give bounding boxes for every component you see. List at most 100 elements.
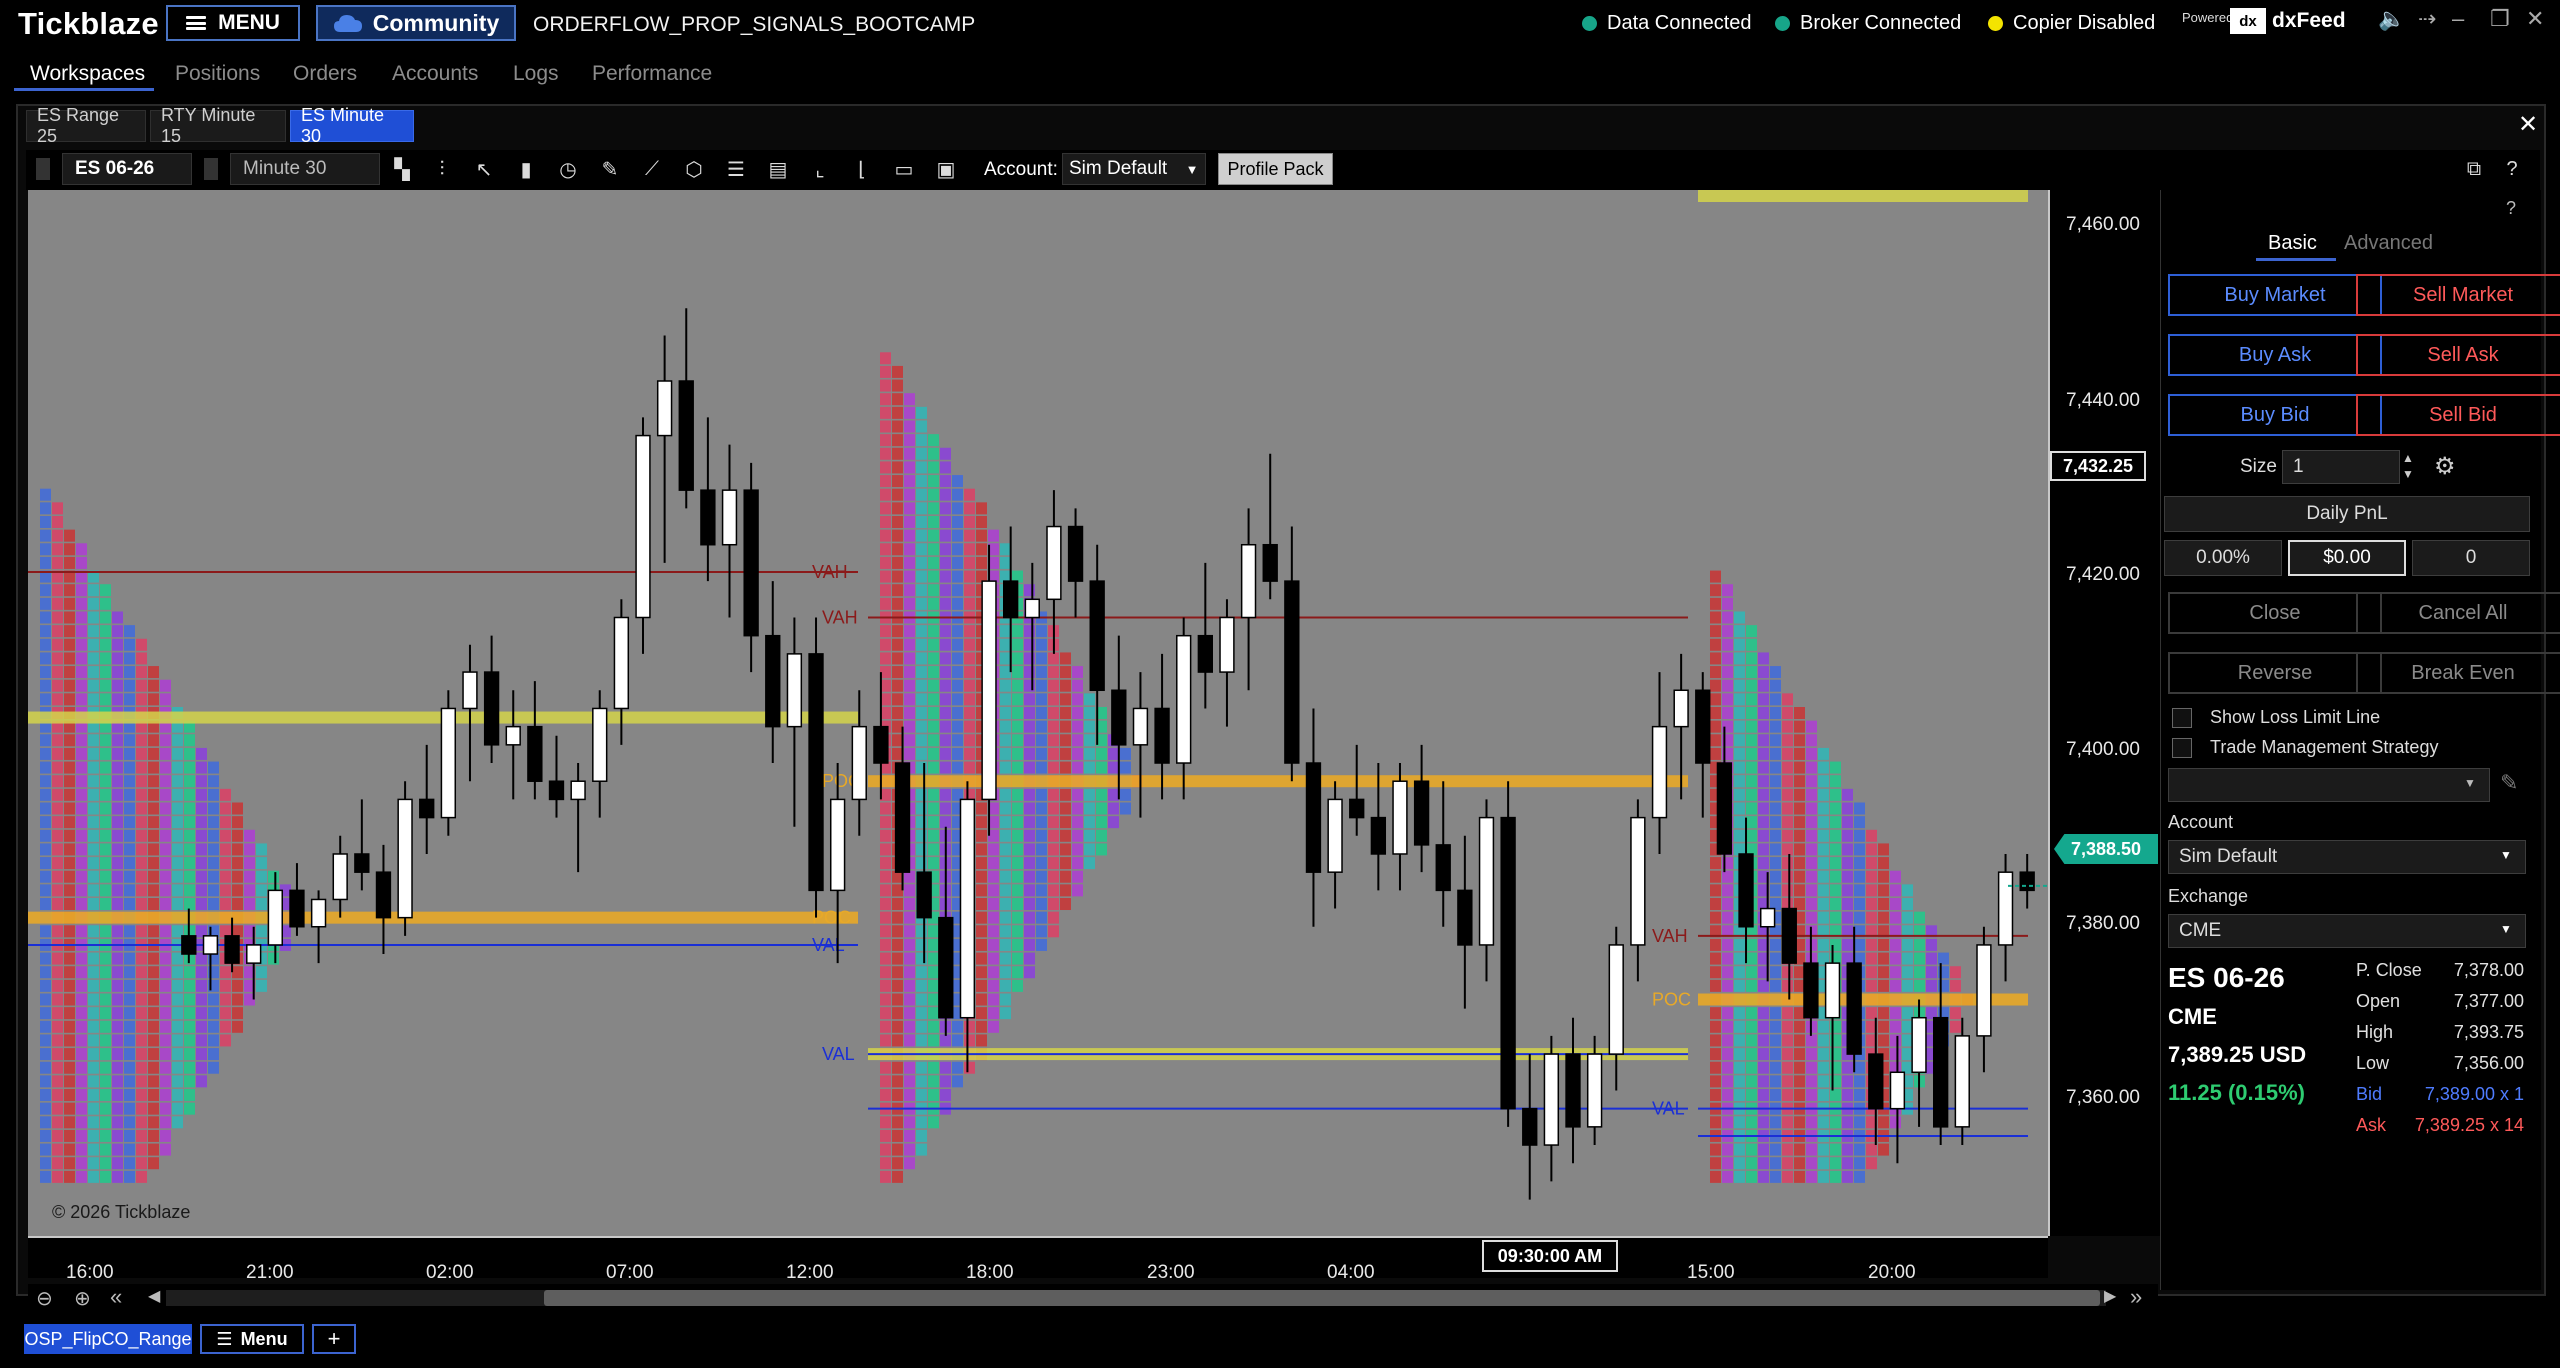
trade-mgmt-checkbox[interactable]: [2172, 738, 2192, 758]
candle-body: [1219, 616, 1235, 673]
tab-advanced[interactable]: Advanced: [2344, 232, 2433, 255]
pencil-icon[interactable]: ✎: [598, 156, 622, 182]
chevron-down-icon[interactable]: ▼: [1178, 153, 1206, 185]
nav-orders[interactable]: Orders: [293, 62, 357, 86]
cancel-all-button[interactable]: Cancel All: [2356, 592, 2560, 634]
size-stepper-icon[interactable]: ▲ ▼: [2402, 450, 2414, 482]
volume-bars-icon[interactable]: ▮: [514, 156, 538, 182]
reverse-button[interactable]: Reverse: [2168, 652, 2382, 694]
nav-workspaces[interactable]: Workspaces: [30, 62, 145, 86]
close-tab-icon[interactable]: ✕: [2518, 110, 2538, 139]
tpo-block: [1072, 707, 1083, 719]
tab-es-range-25[interactable]: ES Range 25: [26, 105, 146, 146]
help-icon[interactable]: ?: [2500, 156, 2524, 182]
bottom-tab-osp[interactable]: OSP_FlipCO_Range: [24, 1324, 192, 1354]
break-even-button[interactable]: Break Even: [2356, 652, 2560, 694]
tpo-block: [64, 625, 75, 638]
maximize-icon[interactable]: ❐: [2490, 6, 2510, 32]
nav-performance[interactable]: Performance: [592, 62, 712, 86]
scroll-left-icon[interactable]: ◀: [148, 1286, 160, 1306]
list-icon[interactable]: ☰: [724, 156, 748, 182]
exchange-select[interactable]: CME: [2168, 914, 2526, 948]
close-position-button[interactable]: Close: [2168, 592, 2382, 634]
folder-icon[interactable]: ▭: [892, 156, 916, 182]
show-loss-limit-checkbox[interactable]: [2172, 708, 2192, 728]
copy-window-icon[interactable]: ⧉: [2462, 156, 2486, 182]
scroll-end-icon[interactable]: »: [2130, 1284, 2142, 1310]
sell-bid-button[interactable]: Sell Bid: [2356, 394, 2560, 436]
pencil-edit-icon[interactable]: ✎: [2500, 770, 2518, 796]
chevron-down-icon[interactable]: ▼: [2500, 848, 2512, 862]
time-axis[interactable]: [28, 1236, 2048, 1278]
buy-bid-button[interactable]: Buy Bid: [2168, 394, 2382, 436]
size-input[interactable]: 1: [2282, 450, 2400, 484]
sell-market-button[interactable]: Sell Market: [2356, 274, 2560, 316]
menu-button[interactable]: MENU: [166, 5, 300, 41]
scroll-start-icon[interactable]: «: [110, 1284, 122, 1310]
tpo-block: [976, 898, 987, 911]
timeframe-input[interactable]: Minute 30: [230, 153, 380, 185]
restore-small-icon[interactable]: ⇢: [2418, 6, 2436, 32]
gear-icon[interactable]: ⚙: [2434, 452, 2456, 481]
tpo-block: [904, 666, 915, 679]
tpo-block: [940, 693, 951, 706]
zoom-in-icon[interactable]: ⊕: [74, 1286, 91, 1311]
template-icon[interactable]: ▤: [766, 156, 790, 182]
chevron-down-icon[interactable]: ▼: [2464, 776, 2476, 790]
help-icon[interactable]: ?: [2506, 198, 2516, 219]
chart-area[interactable]: VAH POC VAL VAH POC VAL VAH POC VAL © 2026 Tickb…: [28, 190, 2048, 1236]
close-window-icon[interactable]: ✕: [2526, 6, 2544, 32]
sell-ask-button[interactable]: Sell Ask: [2356, 334, 2560, 376]
cursor-icon[interactable]: ↖: [472, 156, 496, 182]
save-icon[interactable]: ▣: [934, 156, 958, 182]
axis-icon[interactable]: ⌞: [808, 156, 832, 182]
strategy-select[interactable]: [2168, 768, 2490, 802]
tpo-block: [904, 911, 915, 924]
tpo-block: [928, 1020, 939, 1033]
account-select[interactable]: Sim Default: [2168, 840, 2526, 874]
tpo-block: [1710, 693, 1721, 706]
price-axis[interactable]: [2048, 190, 2162, 1236]
tpo-block: [76, 1129, 87, 1142]
chevron-down-icon[interactable]: ▼: [2500, 922, 2512, 936]
tpo-block: [1084, 816, 1095, 829]
scroll-thumb[interactable]: [544, 1290, 2100, 1306]
tpo-block: [64, 693, 75, 706]
profile-pack-button[interactable]: Profile Pack: [1218, 153, 1333, 185]
tpo-block: [1890, 938, 1901, 951]
nav-accounts[interactable]: Accounts: [392, 62, 478, 86]
symbol-color-swatch[interactable]: [36, 158, 50, 180]
tpo-block: [892, 1116, 903, 1129]
nav-positions[interactable]: Positions: [175, 62, 260, 86]
tpo-block: [124, 1034, 135, 1047]
minimize-icon[interactable]: –: [2452, 6, 2464, 32]
line-draw-icon[interactable]: ⟋: [640, 156, 664, 182]
add-workspace-button[interactable]: +: [312, 1324, 356, 1354]
cube-icon[interactable]: ⬡: [682, 156, 706, 182]
candlestick-chart[interactable]: VAHPOCVALVAHPOCVALVAHPOCVAL: [28, 190, 2048, 1236]
mute-icon[interactable]: 🔈: [2378, 6, 2405, 32]
bar-type-icon[interactable]: ▚: [390, 156, 414, 182]
tab-rty-minute-15[interactable]: RTY Minute 15: [150, 105, 286, 146]
tpo-block: [1794, 1170, 1805, 1183]
symbol-input[interactable]: ES 06-26: [62, 153, 192, 185]
tpo-block: [112, 1020, 123, 1033]
tab-basic[interactable]: Basic: [2268, 232, 2317, 255]
tpo-block: [100, 1157, 111, 1170]
bottom-menu-button[interactable]: ☰ Menu: [200, 1324, 304, 1354]
community-button[interactable]: Community: [316, 5, 516, 41]
axis-alt-icon[interactable]: ⌊: [850, 156, 874, 182]
clock-icon[interactable]: ◷: [556, 156, 580, 182]
timeframe-color-swatch[interactable]: [204, 158, 218, 180]
indicators-icon[interactable]: ⫶: [430, 156, 454, 182]
tpo-block: [1036, 898, 1047, 911]
scroll-right-icon[interactable]: ▶: [2104, 1286, 2116, 1306]
nav-logs[interactable]: Logs: [513, 62, 559, 86]
buy-ask-button[interactable]: Buy Ask: [2168, 334, 2382, 376]
zoom-out-icon[interactable]: ⊖: [36, 1286, 53, 1311]
tpo-block: [124, 1089, 135, 1102]
tab-es-minute-30[interactable]: ES Minute 30: [290, 105, 414, 146]
candle-body: [1305, 762, 1322, 873]
buy-market-button[interactable]: Buy Market: [2168, 274, 2382, 316]
tpo-block: [1108, 802, 1119, 815]
